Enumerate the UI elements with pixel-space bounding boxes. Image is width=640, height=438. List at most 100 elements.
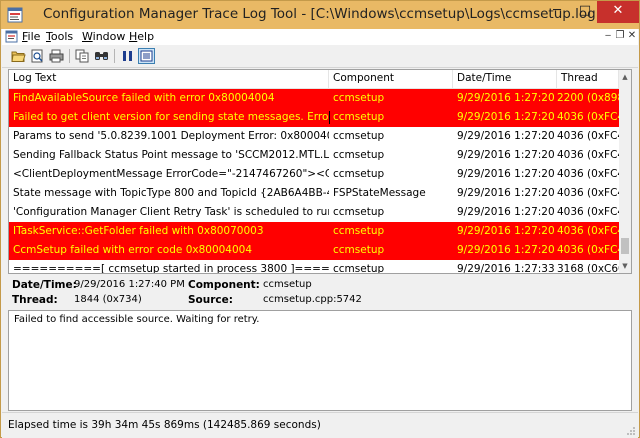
thread-cell: 4036 (0xFC4) <box>557 206 619 218</box>
column-datetime[interactable]: Date/Time <box>453 70 557 88</box>
thread-cell: 3168 (0xC60) <box>557 263 619 274</box>
toolbar-separator <box>69 49 70 63</box>
column-component[interactable]: Component <box>329 70 453 88</box>
datetime-value: 9/29/2016 1:27:40 PM <box>74 279 185 290</box>
log-text-cell: Sending Fallback Status Point message to… <box>13 149 329 161</box>
log-text-cell: Failed to get client version for sending… <box>13 111 329 123</box>
minimize-button[interactable]: ─ <box>543 1 571 23</box>
app-icon <box>7 7 23 23</box>
vertical-scrollbar[interactable]: ▲ ▼ <box>619 70 631 273</box>
window-title: Configuration Manager Trace Log Tool - [… <box>43 6 601 22</box>
column-log-text[interactable]: Log Text <box>9 70 329 88</box>
table-row[interactable]: 'Configuration Manager Client Retry Task… <box>9 203 619 222</box>
mdi-restore-button[interactable]: ❐ <box>614 30 626 42</box>
thread-label: Thread: <box>12 294 58 306</box>
maximize-button[interactable]: □ <box>571 1 599 23</box>
datetime-cell: 9/29/2016 1:27:20 PM <box>457 206 557 218</box>
thread-cell: 4036 (0xFC4) <box>557 130 619 142</box>
menu-tools[interactable]: Tools <box>46 30 73 43</box>
log-text-cell: CcmSetup failed with error code 0x800040… <box>13 244 253 256</box>
find-icon <box>95 52 108 60</box>
log-text-cell: ITaskService::GetFolder failed with 0x80… <box>13 225 264 237</box>
copy-icon <box>75 49 89 63</box>
text-cursor <box>329 111 330 124</box>
thread-cell: 4036 (0xFC4) <box>557 149 619 161</box>
log-text-cell: State message with TopicType 800 and Top… <box>13 187 329 199</box>
thread-value: 1844 (0x734) <box>74 294 142 305</box>
print-icon <box>49 49 64 63</box>
thread-cell: 4036 (0xFC4) <box>557 111 619 123</box>
component-cell: ccmsetup <box>333 149 385 161</box>
menu-help[interactable]: Help <box>129 30 154 43</box>
scroll-thumb[interactable] <box>621 238 629 254</box>
print-preview-button[interactable] <box>29 48 46 64</box>
log-text-cell: Params to send '5.0.8239.1001 Deployment… <box>13 130 329 142</box>
document-icon[interactable] <box>5 30 18 43</box>
component-cell: ccmsetup <box>333 168 385 180</box>
highlight-button[interactable] <box>138 48 155 64</box>
menu-file[interactable]: File <box>22 30 40 43</box>
component-cell: ccmsetup <box>333 244 385 256</box>
column-thread[interactable]: Thread <box>557 70 619 88</box>
datetime-cell: 9/29/2016 1:27:33 PM <box>457 263 557 274</box>
thread-cell: 4036 (0xFC4) <box>557 244 619 256</box>
toolbar <box>2 46 638 68</box>
find-button[interactable] <box>93 48 110 64</box>
log-text-cell: <ClientDeploymentMessage ErrorCode="-214… <box>13 168 329 180</box>
datetime-cell: 9/29/2016 1:27:20 PM <box>457 149 557 161</box>
message-box[interactable]: Failed to find accessible source. Waitin… <box>8 310 632 411</box>
table-row[interactable]: Failed to get client version for sending… <box>9 108 619 127</box>
app-window: Configuration Manager Trace Log Tool - [… <box>0 0 640 438</box>
details-pane: Date/Time: 9/29/2016 1:27:40 PM Componen… <box>8 275 632 309</box>
scroll-up-arrow[interactable]: ▲ <box>619 70 631 84</box>
table-row[interactable]: FindAvailableSource failed with error 0x… <box>9 89 619 108</box>
print-button[interactable] <box>48 48 65 64</box>
datetime-cell: 9/29/2016 1:27:20 PM <box>457 168 557 180</box>
log-text-cell: ==========[ ccmsetup started in process … <box>13 263 329 274</box>
open-icon <box>11 51 26 62</box>
thread-cell: 2200 (0x898) <box>557 92 619 104</box>
column-header: Log Text Component Date/Time Thread <box>9 70 619 89</box>
component-cell: ccmsetup <box>333 225 385 237</box>
highlight-icon <box>140 50 153 62</box>
pause-button[interactable] <box>119 48 136 64</box>
print-preview-icon <box>31 49 43 63</box>
component-cell: ccmsetup <box>333 206 385 218</box>
mdi-close-button[interactable]: ✕ <box>626 30 638 42</box>
table-row[interactable]: CcmSetup failed with error code 0x800040… <box>9 241 619 260</box>
component-cell: ccmsetup <box>333 130 385 142</box>
table-row[interactable]: State message with TopicType 800 and Top… <box>9 184 619 203</box>
log-text-cell: 'Configuration Manager Client Retry Task… <box>13 206 329 218</box>
datetime-cell: 9/29/2016 1:27:20 PM <box>457 92 557 104</box>
component-label: Component: <box>188 279 260 291</box>
message-text: Failed to find accessible source. Waitin… <box>14 314 260 325</box>
datetime-cell: 9/29/2016 1:27:20 PM <box>457 111 557 123</box>
table-row[interactable]: Params to send '5.0.8239.1001 Deployment… <box>9 127 619 146</box>
resize-grip-icon[interactable] <box>626 426 636 436</box>
datetime-label: Date/Time: <box>12 279 77 291</box>
source-label: Source: <box>188 294 233 306</box>
table-row[interactable]: ITaskService::GetFolder failed with 0x80… <box>9 222 619 241</box>
mdi-minimize-button[interactable]: ‒ <box>602 30 614 42</box>
pause-icon <box>123 51 132 61</box>
copy-button[interactable] <box>74 48 91 64</box>
datetime-cell: 9/29/2016 1:27:20 PM <box>457 130 557 142</box>
title-bar[interactable]: Configuration Manager Trace Log Tool - [… <box>1 1 639 29</box>
menu-bar: File Tools Window Help ‒ ❐ ✕ <box>2 29 638 45</box>
close-button[interactable]: ✕ <box>597 1 639 23</box>
table-row[interactable]: <ClientDeploymentMessage ErrorCode="-214… <box>9 165 619 184</box>
component-cell: FSPStateMessage <box>333 187 426 199</box>
datetime-cell: 9/29/2016 1:27:20 PM <box>457 187 557 199</box>
open-button[interactable] <box>10 48 27 64</box>
thread-cell: 4036 (0xFC4) <box>557 225 619 237</box>
datetime-cell: 9/29/2016 1:27:20 PM <box>457 244 557 256</box>
table-row[interactable]: ==========[ ccmsetup started in process … <box>9 260 619 274</box>
component-value: ccmsetup <box>263 279 312 290</box>
datetime-cell: 9/29/2016 1:27:20 PM <box>457 225 557 237</box>
scroll-down-arrow[interactable]: ▼ <box>619 259 631 273</box>
table-row[interactable]: Sending Fallback Status Point message to… <box>9 146 619 165</box>
thread-cell: 4036 (0xFC4) <box>557 168 619 180</box>
log-list[interactable]: Log Text Component Date/Time Thread Find… <box>8 69 632 274</box>
menu-window[interactable]: Window <box>82 30 125 43</box>
component-cell: ccmsetup <box>333 263 385 274</box>
